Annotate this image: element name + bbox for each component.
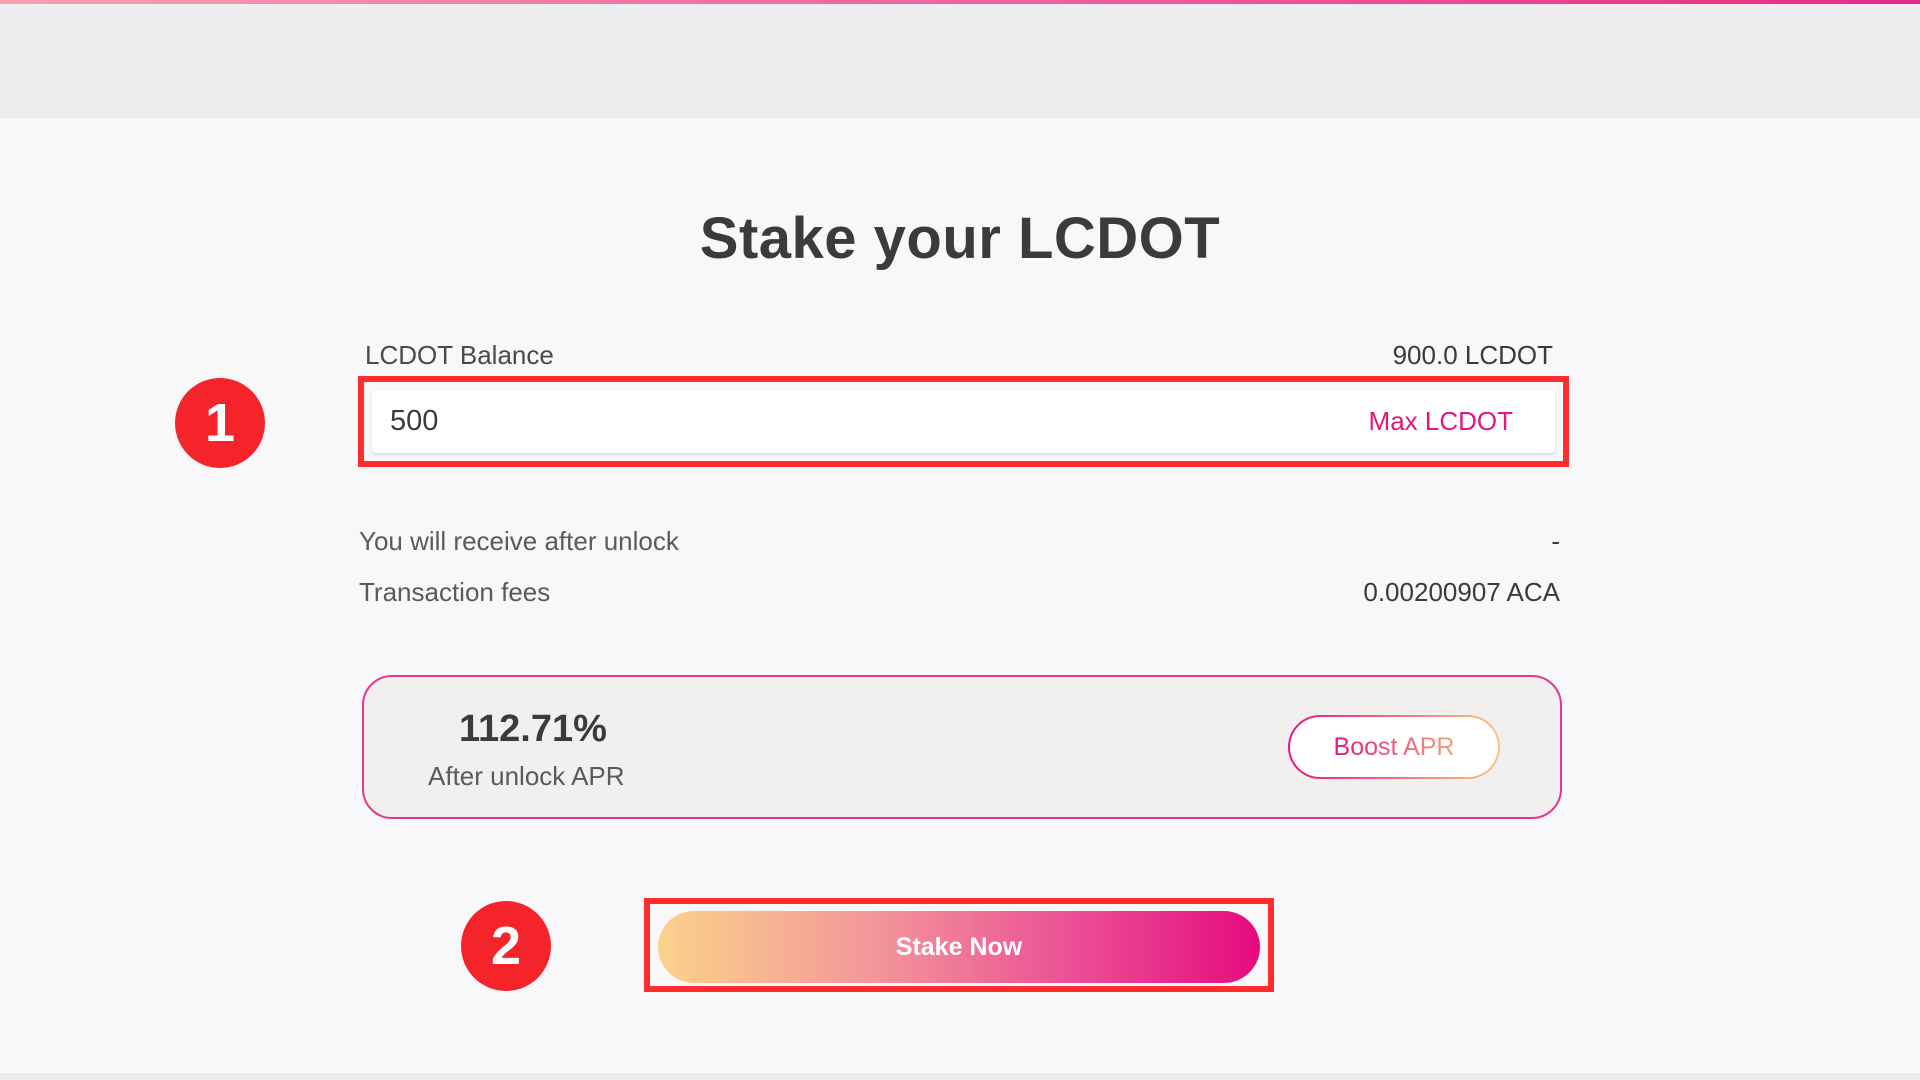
max-lcdot-button[interactable]: Max LCDOT	[1369, 390, 1513, 453]
amount-input-box: Max LCDOT	[372, 390, 1555, 453]
apr-value: 112.71%	[459, 708, 607, 750]
fees-label: Transaction fees	[359, 577, 551, 607]
page-title: Stake your LCDOT	[699, 206, 1221, 271]
balance-value: 900.0 LCDOT	[1392, 340, 1553, 370]
header-band	[0, 4, 1920, 118]
boost-apr-button[interactable]: Boost APR	[1288, 715, 1500, 779]
apr-label: After unlock APR	[428, 761, 625, 791]
amount-input-highlight: Max LCDOT	[358, 376, 1569, 467]
fees-value: 0.00200907 ACA	[1363, 577, 1560, 607]
stake-now-button[interactable]: Stake Now	[658, 911, 1260, 983]
stake-button-highlight: Stake Now	[644, 898, 1274, 992]
apr-card: 112.71% After unlock APR Boost APR	[362, 675, 1562, 819]
receive-value: -	[1551, 526, 1560, 556]
step-1-badge: 1	[175, 378, 265, 468]
boost-apr-label: Boost APR	[1333, 732, 1455, 761]
receive-label: You will receive after unlock	[359, 526, 679, 556]
bottom-divider	[0, 1073, 1920, 1080]
balance-label: LCDOT Balance	[365, 340, 554, 370]
step-2-badge: 2	[461, 901, 551, 991]
amount-input[interactable]	[372, 390, 1272, 453]
